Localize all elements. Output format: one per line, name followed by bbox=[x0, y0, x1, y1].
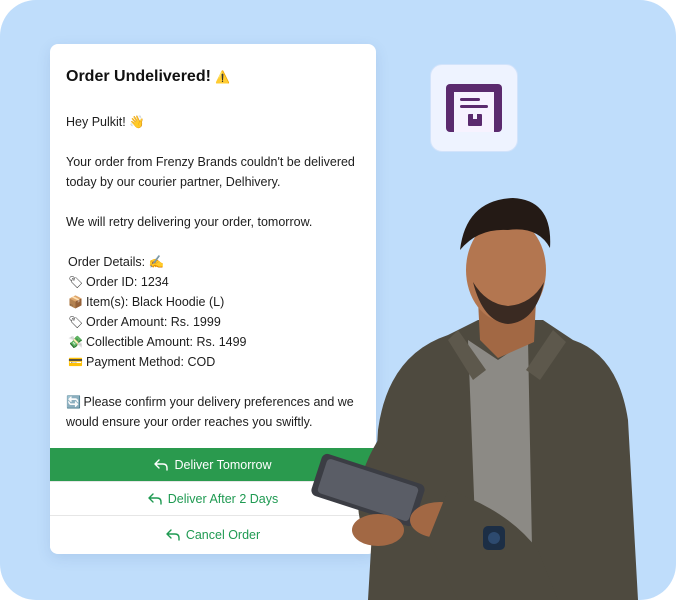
reply-arrow-icon bbox=[166, 528, 180, 541]
button-label: Deliver After 2 Days bbox=[167, 491, 279, 506]
label-icon: 🏷 bbox=[68, 315, 84, 329]
money-icon: 💸 bbox=[68, 335, 83, 349]
button-label: Cancel Order bbox=[185, 527, 261, 542]
tag-icon: 🏷 bbox=[68, 275, 84, 289]
reply-arrow-icon bbox=[154, 458, 169, 471]
body-text-1: Your order from Frenzy Brands couldn't b… bbox=[66, 155, 355, 189]
title-text: Order Undelivered! bbox=[66, 68, 211, 85]
detail-text: Payment Method: COD bbox=[86, 355, 216, 369]
man-with-tablet-image bbox=[311, 198, 638, 600]
package-icon: 📦 bbox=[68, 295, 83, 309]
credit-card-icon: 💳 bbox=[68, 355, 83, 369]
detail-text: Order ID: 1234 bbox=[86, 275, 169, 289]
refresh-icon: 🔄 bbox=[66, 395, 81, 409]
message-title: Order Undelivered! ⚠️ bbox=[66, 68, 360, 86]
warning-icon: ⚠️ bbox=[214, 70, 230, 84]
detail-text: Item(s): Black Hoodie (L) bbox=[86, 295, 225, 309]
detail-text: Collectible Amount: Rs. 1499 bbox=[86, 335, 247, 349]
button-label: Deliver Tomorrow bbox=[174, 457, 272, 472]
reply-arrow-icon bbox=[148, 492, 162, 505]
shipping-box-icon bbox=[430, 64, 518, 152]
detail-text: Order Amount: Rs. 1999 bbox=[86, 315, 221, 329]
greeting: Hey Pulkit! 👋 bbox=[66, 115, 145, 129]
